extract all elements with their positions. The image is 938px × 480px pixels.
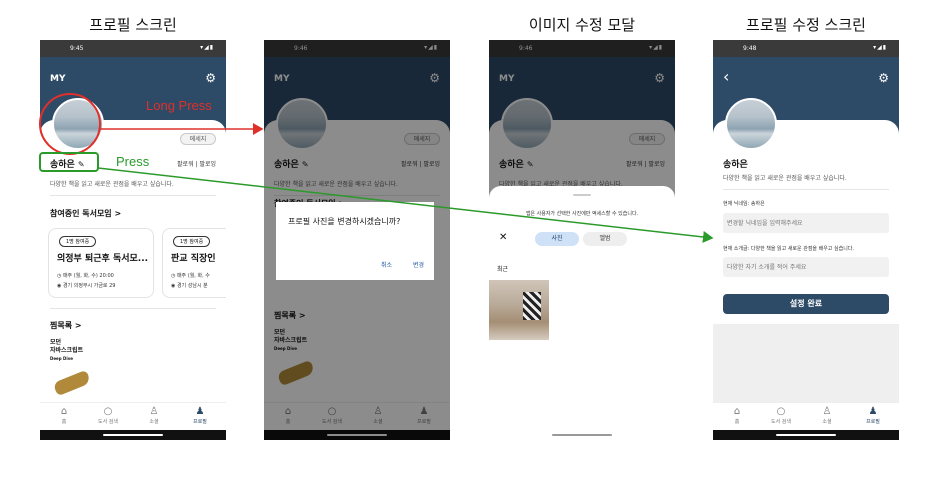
annotation-overlay xyxy=(39,93,714,243)
press-highlight xyxy=(39,152,99,172)
long-press-highlight xyxy=(39,93,101,155)
press-arrow xyxy=(97,167,714,243)
